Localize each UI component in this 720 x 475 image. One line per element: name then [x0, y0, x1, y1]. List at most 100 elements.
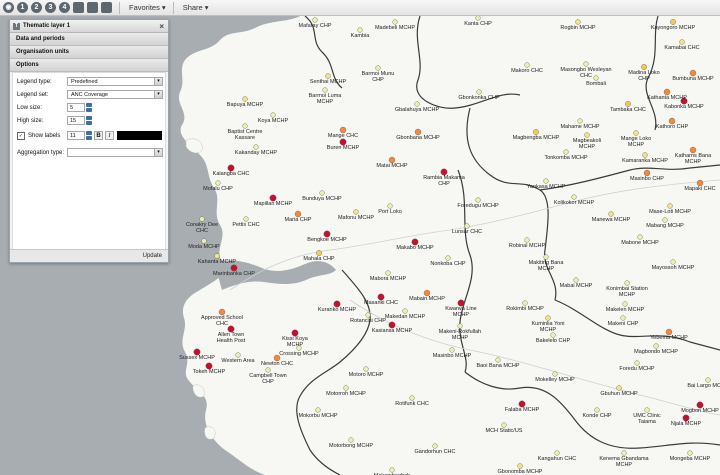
facility-marker[interactable] [524, 237, 530, 243]
facility-marker[interactable] [375, 65, 381, 71]
facility-marker[interactable] [545, 315, 551, 321]
facility-marker[interactable] [577, 118, 583, 124]
facility-marker[interactable] [201, 238, 207, 244]
facility-marker[interactable] [687, 450, 693, 456]
section-organisation-units[interactable]: Organisation units [10, 46, 168, 59]
facility-marker[interactable] [385, 270, 391, 276]
label-color-picker[interactable] [117, 131, 162, 140]
high-size-spinner[interactable] [86, 116, 92, 125]
section-options[interactable]: Options [10, 59, 168, 72]
facility-marker[interactable] [571, 194, 577, 200]
layer-4-button[interactable]: 4 [59, 2, 70, 13]
update-button[interactable]: Update [143, 253, 162, 259]
facility-marker[interactable] [584, 132, 590, 138]
layer-button[interactable]: ◉ [3, 2, 14, 13]
facility-marker[interactable] [543, 254, 549, 260]
facility-marker[interactable] [533, 129, 539, 135]
facility-marker[interactable] [667, 203, 673, 209]
facility-marker[interactable] [392, 19, 398, 25]
facility-marker[interactable] [365, 312, 371, 318]
aggregation-type-select[interactable]: ▾ [67, 148, 163, 157]
facility-marker[interactable] [357, 27, 363, 33]
facility-marker[interactable] [457, 323, 463, 329]
facility-layer-icon[interactable] [73, 2, 84, 13]
facility-marker[interactable] [315, 407, 321, 413]
facility-marker[interactable] [593, 75, 599, 81]
legend-type-select[interactable]: Predefined ▾ [67, 77, 163, 86]
facility-marker[interactable] [642, 152, 648, 158]
layer-2-button[interactable]: 2 [31, 2, 42, 13]
chevron-down-icon[interactable]: ▾ [154, 78, 162, 85]
facility-marker[interactable] [662, 217, 668, 223]
facility-marker[interactable] [316, 250, 322, 256]
facility-marker[interactable] [409, 395, 415, 401]
facility-marker[interactable] [389, 467, 395, 473]
facility-marker[interactable] [199, 216, 205, 222]
legend-set-select[interactable]: ANC Coverage ▾ [67, 90, 163, 99]
facility-marker[interactable] [319, 190, 325, 196]
facility-marker[interactable] [501, 422, 507, 428]
facility-marker[interactable] [242, 123, 248, 129]
label-font-size-input[interactable]: 11 [67, 131, 85, 140]
facility-marker[interactable] [242, 96, 248, 102]
facility-marker[interactable] [573, 277, 579, 283]
facility-marker[interactable] [621, 450, 627, 456]
facility-marker[interactable] [235, 352, 241, 358]
section-data-and-periods[interactable]: Data and periods [10, 33, 168, 46]
facility-marker[interactable] [705, 377, 711, 383]
facility-marker[interactable] [594, 407, 600, 413]
chevron-down-icon[interactable]: ▾ [154, 149, 162, 156]
facility-marker[interactable] [641, 64, 647, 70]
facility-marker[interactable] [402, 308, 408, 314]
facility-marker[interactable] [243, 216, 249, 222]
facility-marker[interactable] [620, 315, 626, 321]
facility-marker[interactable] [644, 407, 650, 413]
facility-marker[interactable] [270, 112, 276, 118]
facility-marker[interactable] [475, 16, 481, 21]
facility-marker[interactable] [624, 280, 630, 286]
facility-marker[interactable] [563, 149, 569, 155]
layer-3-button[interactable]: 3 [45, 2, 56, 13]
label-layer-icon[interactable] [101, 2, 112, 13]
facility-marker[interactable] [583, 61, 589, 67]
facility-marker[interactable] [312, 17, 318, 23]
facility-marker[interactable] [622, 301, 628, 307]
facility-marker[interactable] [543, 178, 549, 184]
facility-marker[interactable] [348, 437, 354, 443]
share-menu[interactable]: Share ▾ [183, 3, 209, 12]
facility-marker[interactable] [554, 450, 560, 456]
facility-marker[interactable] [387, 203, 393, 209]
facility-marker[interactable] [495, 357, 501, 363]
boundary-layer-icon[interactable] [87, 2, 98, 13]
label-font-size-spinner[interactable] [86, 131, 92, 140]
layer-1-button[interactable]: 1 [17, 2, 28, 13]
italic-button[interactable]: I [105, 131, 114, 140]
facility-marker[interactable] [253, 144, 259, 150]
facility-marker[interactable] [625, 101, 631, 107]
facility-marker[interactable] [575, 19, 581, 25]
facility-marker[interactable] [353, 209, 359, 215]
facility-marker[interactable] [414, 101, 420, 107]
facility-marker[interactable] [608, 211, 614, 217]
facility-marker[interactable] [476, 89, 482, 95]
facility-marker[interactable] [670, 19, 676, 25]
chevron-down-icon[interactable]: ▾ [154, 91, 162, 98]
show-labels-checkbox[interactable]: ✓ [17, 131, 25, 140]
facility-marker[interactable] [552, 371, 558, 377]
facility-marker[interactable] [522, 300, 528, 306]
favorites-menu[interactable]: Favorites ▾ [129, 3, 166, 12]
facility-marker[interactable] [214, 253, 220, 259]
facility-marker[interactable] [524, 62, 530, 68]
facility-marker[interactable] [265, 367, 271, 373]
low-size-input[interactable]: 5 [67, 103, 85, 112]
facility-marker[interactable] [449, 347, 455, 353]
facility-marker[interactable] [363, 366, 369, 372]
bold-button[interactable]: B [94, 131, 103, 140]
facility-marker[interactable] [550, 332, 556, 338]
facility-marker[interactable] [445, 255, 451, 261]
facility-marker[interactable] [634, 360, 640, 366]
facility-marker[interactable] [670, 259, 676, 265]
facility-marker[interactable] [475, 197, 481, 203]
high-size-input[interactable]: 15 [67, 116, 85, 125]
facility-marker[interactable] [679, 39, 685, 45]
